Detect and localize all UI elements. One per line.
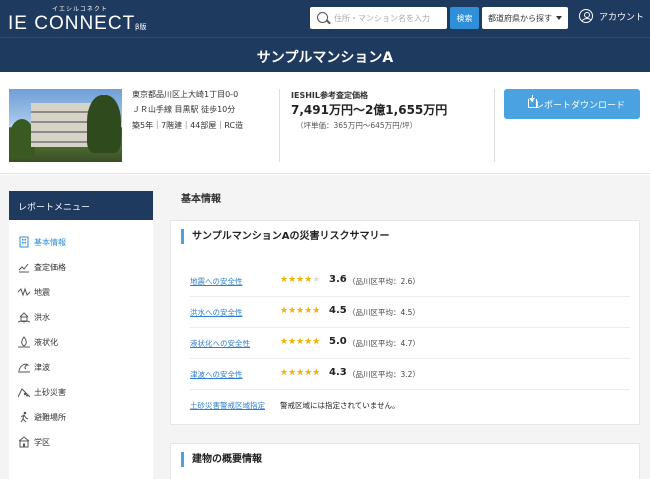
star-rating-fill: ★★★★★	[280, 275, 313, 285]
section-title: 基本情報	[181, 194, 221, 205]
score-value: 3.6	[329, 274, 347, 285]
title-band: サンプルマンションA	[0, 37, 650, 72]
sidebar-item-tsunami[interactable]: 津波	[9, 356, 153, 381]
score-value: 4.5	[329, 305, 347, 316]
district-average: （品川区平均：3.2）	[348, 370, 420, 379]
property-address: 東京都品川区上大崎1丁目0-0	[132, 90, 239, 99]
risk-row-liquefaction: 液状化への安全性 ★★★★★ ★★★★★ 5.0 （品川区平均：4.7）	[190, 328, 630, 359]
risk-row-earthquake: 地震への安全性 ★★★★★★★★★★ 3.6 （品川区平均：2.6）	[190, 266, 630, 297]
card-title: サンプルマンションAの災害リスクサマリー	[181, 229, 389, 244]
star-rating: ★★★★★★★★★★	[280, 306, 321, 316]
risk-row-landslide: 土砂災害警戒区域指定 警戒区域には指定されていません。	[190, 390, 630, 421]
property-details: 築5年｜7階建｜44部屋｜RC造	[132, 121, 244, 130]
risk-link[interactable]: 地震への安全性	[190, 276, 243, 287]
report-menu-heading: レポートメニュー	[9, 191, 153, 220]
search-input[interactable]	[334, 11, 442, 25]
building-icon	[19, 236, 29, 248]
district-average: （品川区平均：2.6）	[348, 277, 420, 286]
sidebar-item-evacuation[interactable]: 避難場所	[9, 406, 153, 431]
risk-link[interactable]: 津波への安全性	[190, 369, 243, 380]
prefecture-search-button[interactable]: 都道府県から探す	[482, 7, 568, 29]
report-menu: レポートメニュー 基本情報 査定価格 地震 洪水 液状化 津波 土砂災害 避難場…	[9, 191, 153, 479]
district-average: （品川区平均：4.5）	[348, 308, 420, 317]
divider	[279, 89, 280, 162]
star-rating: ★★★★★★★★★★	[280, 275, 321, 285]
search-button[interactable]: 検索	[450, 7, 479, 29]
sidebar-item-label: 地震	[34, 288, 50, 297]
building-shape	[31, 103, 91, 147]
risk-link[interactable]: 洪水への安全性	[190, 307, 243, 318]
price-value: 7,491万円〜2億1,655万円	[291, 103, 448, 117]
property-summary: 東京都品川区上大崎1丁目0-0 ＪＲ山手線 目黒駅 徒歩10分 築5年｜7階建｜…	[0, 73, 650, 174]
sidebar-item-flood[interactable]: 洪水	[9, 306, 153, 331]
risk-row-tsunami: 津波への安全性 ★★★★★ ★★★★★ 4.3 （品川区平均：3.2）	[190, 359, 630, 390]
tree-shape	[87, 95, 121, 153]
top-navigation-bar: イエシルコネクト IE CONNECT β版 検索 都道府県から探す アカウント	[0, 0, 650, 37]
property-photo	[9, 89, 122, 162]
search-icon	[317, 12, 328, 23]
sidebar-item-label: 洪水	[34, 313, 50, 322]
sidebar-item-school-district[interactable]: 学区	[9, 431, 153, 456]
price-label: IESHIL参考査定価格	[291, 91, 368, 100]
evacuation-icon	[20, 411, 29, 423]
landslide-designation: 警戒区域には指定されていません。	[280, 401, 400, 410]
building-overview-card: 建物の概要情報	[170, 443, 640, 479]
star-rating: ★★★★★★★★★★	[280, 337, 325, 347]
star-rating-fill: ★★★★★	[280, 337, 321, 347]
main-content: 基本情報 サンプルマンションAの災害リスクサマリー 地震への安全性 ★★★★★ ★…	[160, 175, 650, 479]
score-value: 4.3	[329, 367, 347, 378]
card-title: 建物の概要情報	[181, 452, 262, 467]
sidebar-item-label: 学区	[34, 438, 50, 447]
sidebar-item-label: 津波	[34, 363, 50, 372]
school-icon	[18, 436, 30, 448]
page-title: サンプルマンションA	[256, 50, 394, 66]
sidebar-item-landslide[interactable]: 土砂災害	[9, 381, 153, 406]
sidebar-item-liquefaction[interactable]: 液状化	[9, 331, 153, 356]
sidebar-item-label: 基本情報	[34, 238, 66, 247]
risk-row-flood: 洪水への安全性 ★★★★★ ★★★★★ 4.5 （品川区平均：4.5）	[190, 297, 630, 328]
download-icon	[528, 95, 537, 108]
tsunami-icon	[18, 363, 30, 373]
prefecture-search-label: 都道府県から探す	[488, 13, 552, 23]
chart-icon	[18, 263, 29, 273]
district-average: （品川区平均：4.7）	[348, 339, 420, 348]
score-value: 5.0	[329, 336, 347, 347]
star-rating-fill: ★★★★★	[280, 306, 321, 316]
divider	[494, 89, 495, 162]
sidebar-item-label: 査定価格	[34, 263, 66, 272]
flood-icon	[18, 312, 30, 323]
sidebar-item-label: 液状化	[34, 338, 58, 347]
sidebar-item-basic-info[interactable]: 基本情報	[9, 231, 153, 256]
risk-link[interactable]: 液状化への安全性	[190, 338, 250, 349]
sidebar-item-label: 土砂災害	[34, 388, 66, 397]
disaster-risk-summary-card: サンプルマンションAの災害リスクサマリー 地震への安全性 ★★★★★★★★★★ …	[170, 220, 640, 425]
logo-subtitle: イエシルコネクト	[52, 6, 108, 13]
landslide-icon	[18, 388, 30, 398]
beta-badge: β版	[135, 23, 147, 31]
logo-text: IE CONNECT	[8, 13, 136, 34]
liquefaction-icon	[18, 336, 30, 348]
account-label: アカウント	[599, 13, 645, 23]
sidebar-item-label: 避難場所	[34, 413, 66, 422]
property-station: ＪＲ山手線 目黒駅 徒歩10分	[132, 105, 236, 114]
risk-link[interactable]: 土砂災害警戒区域指定	[190, 400, 265, 411]
sidebar-item-earthquake[interactable]: 地震	[9, 281, 153, 306]
earthquake-icon	[18, 287, 30, 297]
search-box	[310, 7, 447, 29]
sidebar-item-price[interactable]: 査定価格	[9, 256, 153, 281]
report-download-button[interactable]: レポートダウンロード	[504, 89, 640, 119]
chevron-down-icon	[556, 16, 562, 20]
price-per-tsubo: （坪単価：365万円〜645万円/坪）	[296, 121, 418, 130]
user-icon	[579, 9, 593, 23]
report-download-label: レポートダウンロード	[534, 100, 625, 111]
star-rating-fill: ★★★★★	[280, 368, 319, 378]
star-rating: ★★★★★★★★★★	[280, 368, 321, 378]
